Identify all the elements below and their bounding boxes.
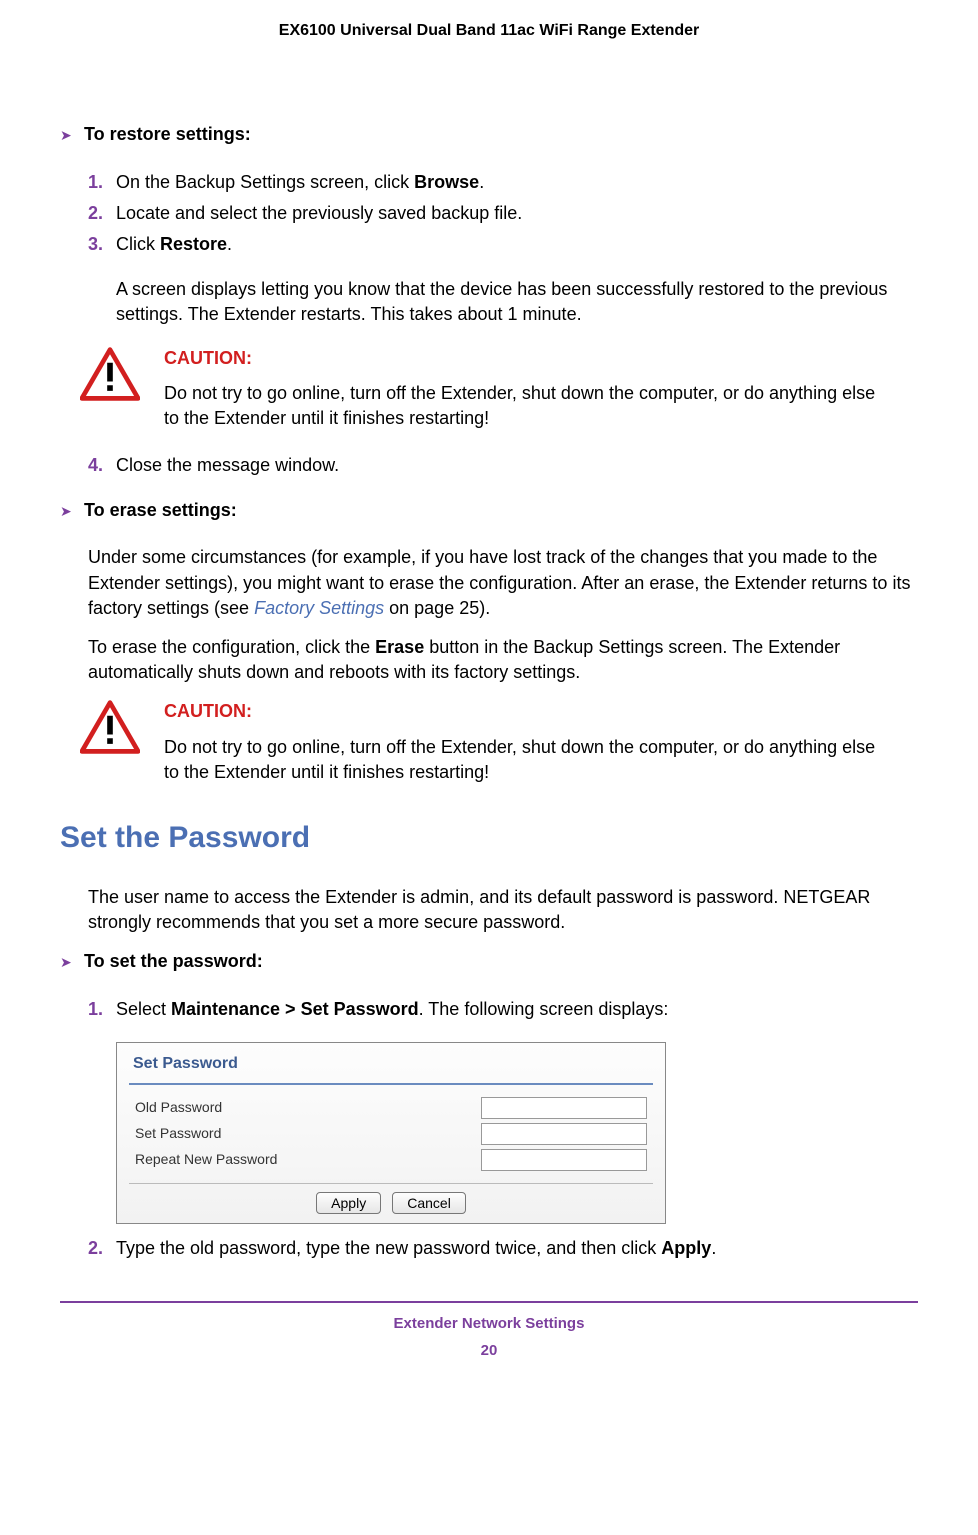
step-number: 1. <box>88 170 116 195</box>
chevron-right-icon: ➤ <box>60 502 74 522</box>
restore-title: To restore settings: <box>84 122 251 147</box>
set-password-intro: The user name to access the Extender is … <box>88 885 918 935</box>
step-number: 2. <box>88 1236 116 1261</box>
repeat-password-input[interactable] <box>481 1149 647 1171</box>
set-password-input[interactable] <box>481 1123 647 1145</box>
step-bold: Apply <box>661 1238 711 1258</box>
footer-section-title: Extender Network Settings <box>60 1313 918 1334</box>
text: . The following screen displays: <box>419 999 669 1019</box>
text: Select <box>116 999 171 1019</box>
setpw-step-1: 1. Select Maintenance > Set Password. Th… <box>88 997 918 1022</box>
text: . <box>711 1238 716 1258</box>
erase-paragraph-1: Under some circumstances (for example, i… <box>88 545 918 621</box>
chevron-right-icon: ➤ <box>60 126 74 146</box>
set-password-title: To set the password: <box>84 949 263 974</box>
text: Under some circumstances (for example, i… <box>88 547 910 617</box>
factory-settings-link[interactable]: Factory Settings <box>254 598 384 618</box>
step-number: 3. <box>88 232 116 257</box>
step-text: On the Backup Settings screen, click <box>116 172 414 192</box>
step-number: 2. <box>88 201 116 226</box>
erase-paragraph-2: To erase the configuration, click the Er… <box>88 635 918 685</box>
step-number: 4. <box>88 453 116 478</box>
old-password-input[interactable] <box>481 1097 647 1119</box>
page-footer: Extender Network Settings 20 <box>60 1301 918 1361</box>
step-text: Click <box>116 234 160 254</box>
chevron-right-icon: ➤ <box>60 953 74 973</box>
step-number: 1. <box>88 997 116 1022</box>
text: To erase the configuration, click the <box>88 637 375 657</box>
restore-step-2: 2. Locate and select the previously save… <box>88 201 918 226</box>
step-text: . <box>227 234 232 254</box>
caution-label: CAUTION: <box>164 699 884 724</box>
step-bold: Restore <box>160 234 227 254</box>
caution-block: CAUTION: Do not try to go online, turn o… <box>80 699 918 785</box>
step-bold: Maintenance > Set Password <box>171 999 419 1019</box>
caution-block: CAUTION: Do not try to go online, turn o… <box>80 346 918 432</box>
repeat-password-label: Repeat New Password <box>135 1150 277 1170</box>
restore-step-3: 3. Click Restore. <box>88 232 918 257</box>
step-text: Locate and select the previously saved b… <box>116 201 918 226</box>
panel-title: Set Password <box>129 1049 653 1085</box>
erase-bold: Erase <box>375 637 424 657</box>
erase-title: To erase settings: <box>84 498 237 523</box>
page-header: EX6100 Universal Dual Band 11ac WiFi Ran… <box>60 20 918 42</box>
step-text: . <box>479 172 484 192</box>
footer-page-number: 20 <box>60 1340 918 1361</box>
restore-step-1: 1. On the Backup Settings screen, click … <box>88 170 918 195</box>
step-text: Close the message window. <box>116 453 918 478</box>
caution-text: Do not try to go online, turn off the Ex… <box>164 381 884 431</box>
caution-text: Do not try to go online, turn off the Ex… <box>164 735 884 785</box>
restore-step3-sub: A screen displays letting you know that … <box>116 277 918 327</box>
caution-icon <box>80 699 140 762</box>
set-password-heading: Set the Password <box>60 817 918 859</box>
old-password-label: Old Password <box>135 1098 222 1118</box>
set-password-screenshot: Set Password Old Password Set Password R… <box>116 1042 666 1225</box>
step-bold: Browse <box>414 172 479 192</box>
text: Type the old password, type the new pass… <box>116 1238 661 1258</box>
cancel-button[interactable]: Cancel <box>392 1192 466 1214</box>
caution-label: CAUTION: <box>164 346 884 371</box>
restore-step-4: 4. Close the message window. <box>88 453 918 478</box>
set-password-label: Set Password <box>135 1124 221 1144</box>
setpw-step-2: 2. Type the old password, type the new p… <box>88 1236 918 1261</box>
caution-icon <box>80 346 140 409</box>
text: on page 25). <box>384 598 490 618</box>
apply-button[interactable]: Apply <box>316 1192 381 1214</box>
